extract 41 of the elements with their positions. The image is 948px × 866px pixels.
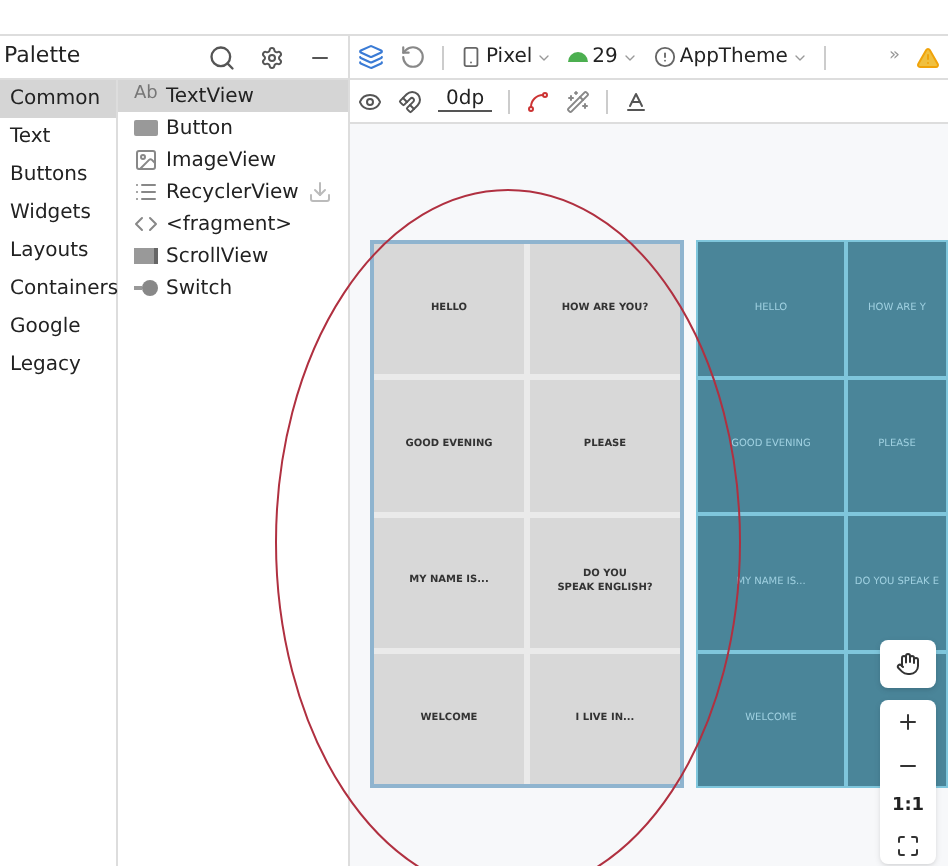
category-item[interactable]: Google — [0, 308, 116, 346]
hand-icon — [896, 652, 920, 676]
baseline-icon[interactable] — [624, 89, 649, 113]
panel-title: Palette — [4, 40, 83, 73]
api-dropdown[interactable]: 29 — [568, 42, 638, 72]
button-icon — [134, 120, 158, 136]
rotate-icon[interactable] — [400, 44, 426, 70]
device-dropdown[interactable]: Pixel — [460, 42, 553, 72]
clear-constraints-icon[interactable] — [526, 89, 551, 113]
category-item[interactable]: Layouts — [0, 232, 116, 270]
palette-item[interactable]: ScrollView — [118, 240, 348, 272]
palette-item[interactable]: Ab TextView — [118, 80, 348, 112]
palette-item[interactable]: ImageView — [118, 144, 348, 176]
plus-icon — [896, 710, 920, 734]
category-item[interactable]: Legacy — [0, 346, 116, 384]
category-item[interactable]: Buttons — [0, 156, 116, 194]
category-item[interactable]: Common — [0, 80, 116, 118]
category-item[interactable]: Text — [0, 118, 116, 156]
theme-dropdown[interactable]: AppTheme — [653, 42, 808, 72]
theme-icon — [653, 46, 676, 68]
palette-item[interactable]: <fragment> — [118, 208, 348, 240]
text-icon: Ab — [134, 82, 158, 110]
category-item[interactable]: Containers — [0, 270, 116, 308]
palette-item[interactable]: RecyclerView — [118, 176, 348, 208]
search-icon[interactable] — [208, 43, 236, 71]
code-icon — [134, 212, 158, 236]
magic-wand-icon[interactable] — [566, 89, 591, 113]
category-item[interactable]: Widgets — [0, 194, 116, 232]
layers-icon[interactable] — [358, 44, 384, 70]
magnet-icon[interactable] — [398, 89, 422, 113]
palette-item[interactable]: Switch — [118, 272, 348, 304]
margin-button[interactable]: 0dp — [438, 90, 493, 112]
settings-icon[interactable] — [260, 45, 284, 69]
switch-icon — [134, 280, 158, 296]
fit-screen-icon — [896, 834, 920, 858]
eye-icon[interactable] — [358, 89, 382, 113]
pan-button[interactable] — [880, 640, 936, 688]
scroll-icon — [134, 248, 158, 264]
image-icon — [134, 148, 158, 172]
phone-icon — [460, 46, 482, 68]
palette-item[interactable]: Button — [118, 112, 348, 144]
